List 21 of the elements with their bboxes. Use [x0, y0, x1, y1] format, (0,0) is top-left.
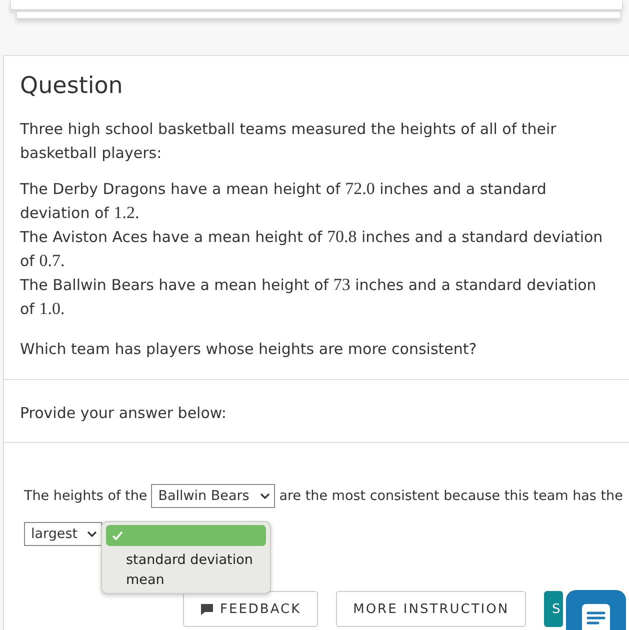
- menu-item[interactable]: standard deviation: [106, 550, 266, 570]
- chevron-icon: [87, 530, 97, 538]
- question-text: Three high school basketball teams measured the heights of all of their basketball players:: [20, 119, 558, 164]
- feedback-button[interactable]: FEEDBACK: [183, 591, 318, 627]
- team-select[interactable]: Ballwin Bears: [151, 484, 276, 508]
- question-text: The Derby Dragons have a mean height of 72.0 inches and a standard deviation of 1.2.: [20, 178, 548, 224]
- question-text: Which team has players whose heights are more consistent?: [20, 339, 478, 360]
- check-icon: [112, 530, 123, 540]
- chevron-icon: [260, 492, 270, 500]
- message-icon: [582, 604, 610, 630]
- submit-button[interactable]: S: [544, 591, 563, 627]
- question-text: The Ballwin Bears have a mean height of 73 inches and a standard deviation of 1.0.: [20, 274, 598, 320]
- menu-item[interactable]: mean: [106, 570, 266, 590]
- instruction-button[interactable]: MORE INSTRUCTION: [336, 591, 526, 627]
- size-select[interactable]: largest: [24, 522, 102, 546]
- question-heading: Question: [20, 73, 124, 99]
- answer-label: Provide your answer below:: [20, 403, 228, 424]
- question-text: The Aviston Aces have a mean height of 70.8 inches and a standard deviation of 0.7.: [20, 226, 604, 272]
- chat-icon: [200, 602, 214, 616]
- sentence-text: The heights of the: [24, 488, 148, 504]
- sentence-text: are the most consistent because this team has the: [279, 488, 623, 504]
